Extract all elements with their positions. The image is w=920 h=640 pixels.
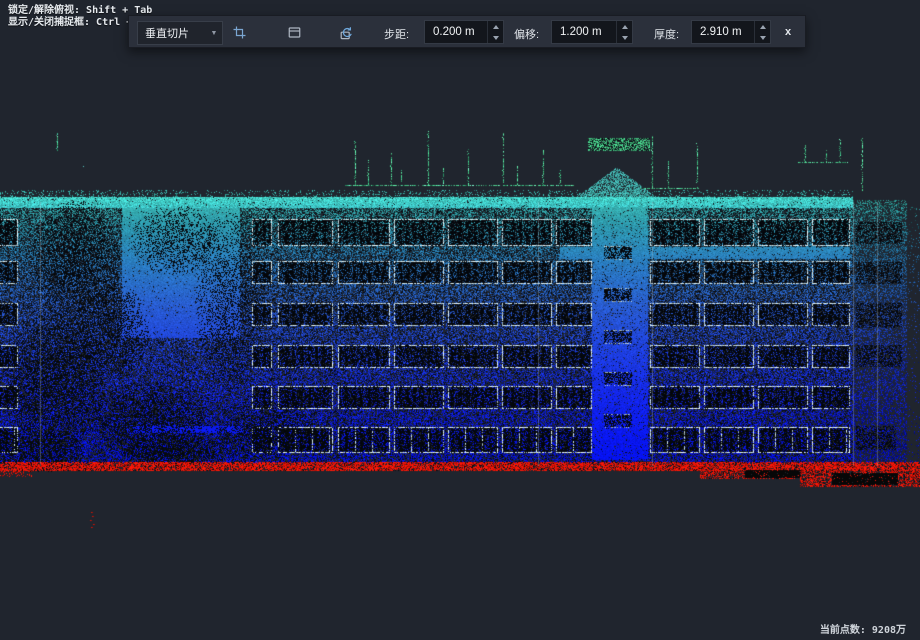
- up-arrow-icon: [622, 25, 628, 29]
- crop-button[interactable]: [227, 22, 251, 43]
- step-input[interactable]: [425, 21, 487, 43]
- pointcloud-viewport[interactable]: [0, 0, 920, 640]
- step-increment-button[interactable]: [488, 21, 503, 32]
- slice-toolbar: 垂直切片 ▼: [128, 15, 806, 48]
- crop-icon: [232, 25, 247, 40]
- offset-decrement-button[interactable]: [617, 32, 632, 43]
- offset-label: 偏移:: [514, 26, 539, 42]
- thickness-input-group: [691, 20, 771, 44]
- up-arrow-icon: [493, 25, 499, 29]
- thickness-increment-button[interactable]: [755, 21, 770, 32]
- up-arrow-icon: [760, 25, 766, 29]
- step-decrement-button[interactable]: [488, 32, 503, 43]
- offset-input-group: [551, 20, 633, 44]
- offset-input[interactable]: [552, 21, 616, 43]
- down-arrow-icon: [493, 36, 499, 40]
- update-slice-icon: [338, 25, 354, 41]
- chevron-down-icon: ▼: [206, 30, 222, 37]
- update-slice-button[interactable]: [334, 22, 358, 43]
- down-arrow-icon: [760, 36, 766, 40]
- offset-spinner: [616, 21, 632, 43]
- step-label: 步距:: [384, 26, 409, 42]
- panel-icon: [287, 25, 302, 40]
- thickness-input[interactable]: [692, 21, 754, 43]
- slice-tool-window: 锁定/解除俯视: Shift + Tab 显示/关闭捕捉框: Ctrl + 鼠标…: [0, 0, 920, 640]
- close-button[interactable]: x: [779, 23, 797, 41]
- thickness-label: 厚度:: [654, 26, 679, 42]
- slice-mode-value: 垂直切片: [138, 25, 206, 41]
- offset-increment-button[interactable]: [617, 21, 632, 32]
- point-count: 当前点数: 9208万: [820, 621, 906, 636]
- thickness-decrement-button[interactable]: [755, 32, 770, 43]
- slice-mode-select[interactable]: 垂直切片 ▼: [137, 21, 223, 45]
- panel-button[interactable]: [282, 22, 306, 43]
- thickness-spinner: [754, 21, 770, 43]
- status-bar: 当前点数: 9208万: [0, 620, 920, 640]
- step-input-group: [424, 20, 504, 44]
- step-spinner: [487, 21, 503, 43]
- down-arrow-icon: [622, 36, 628, 40]
